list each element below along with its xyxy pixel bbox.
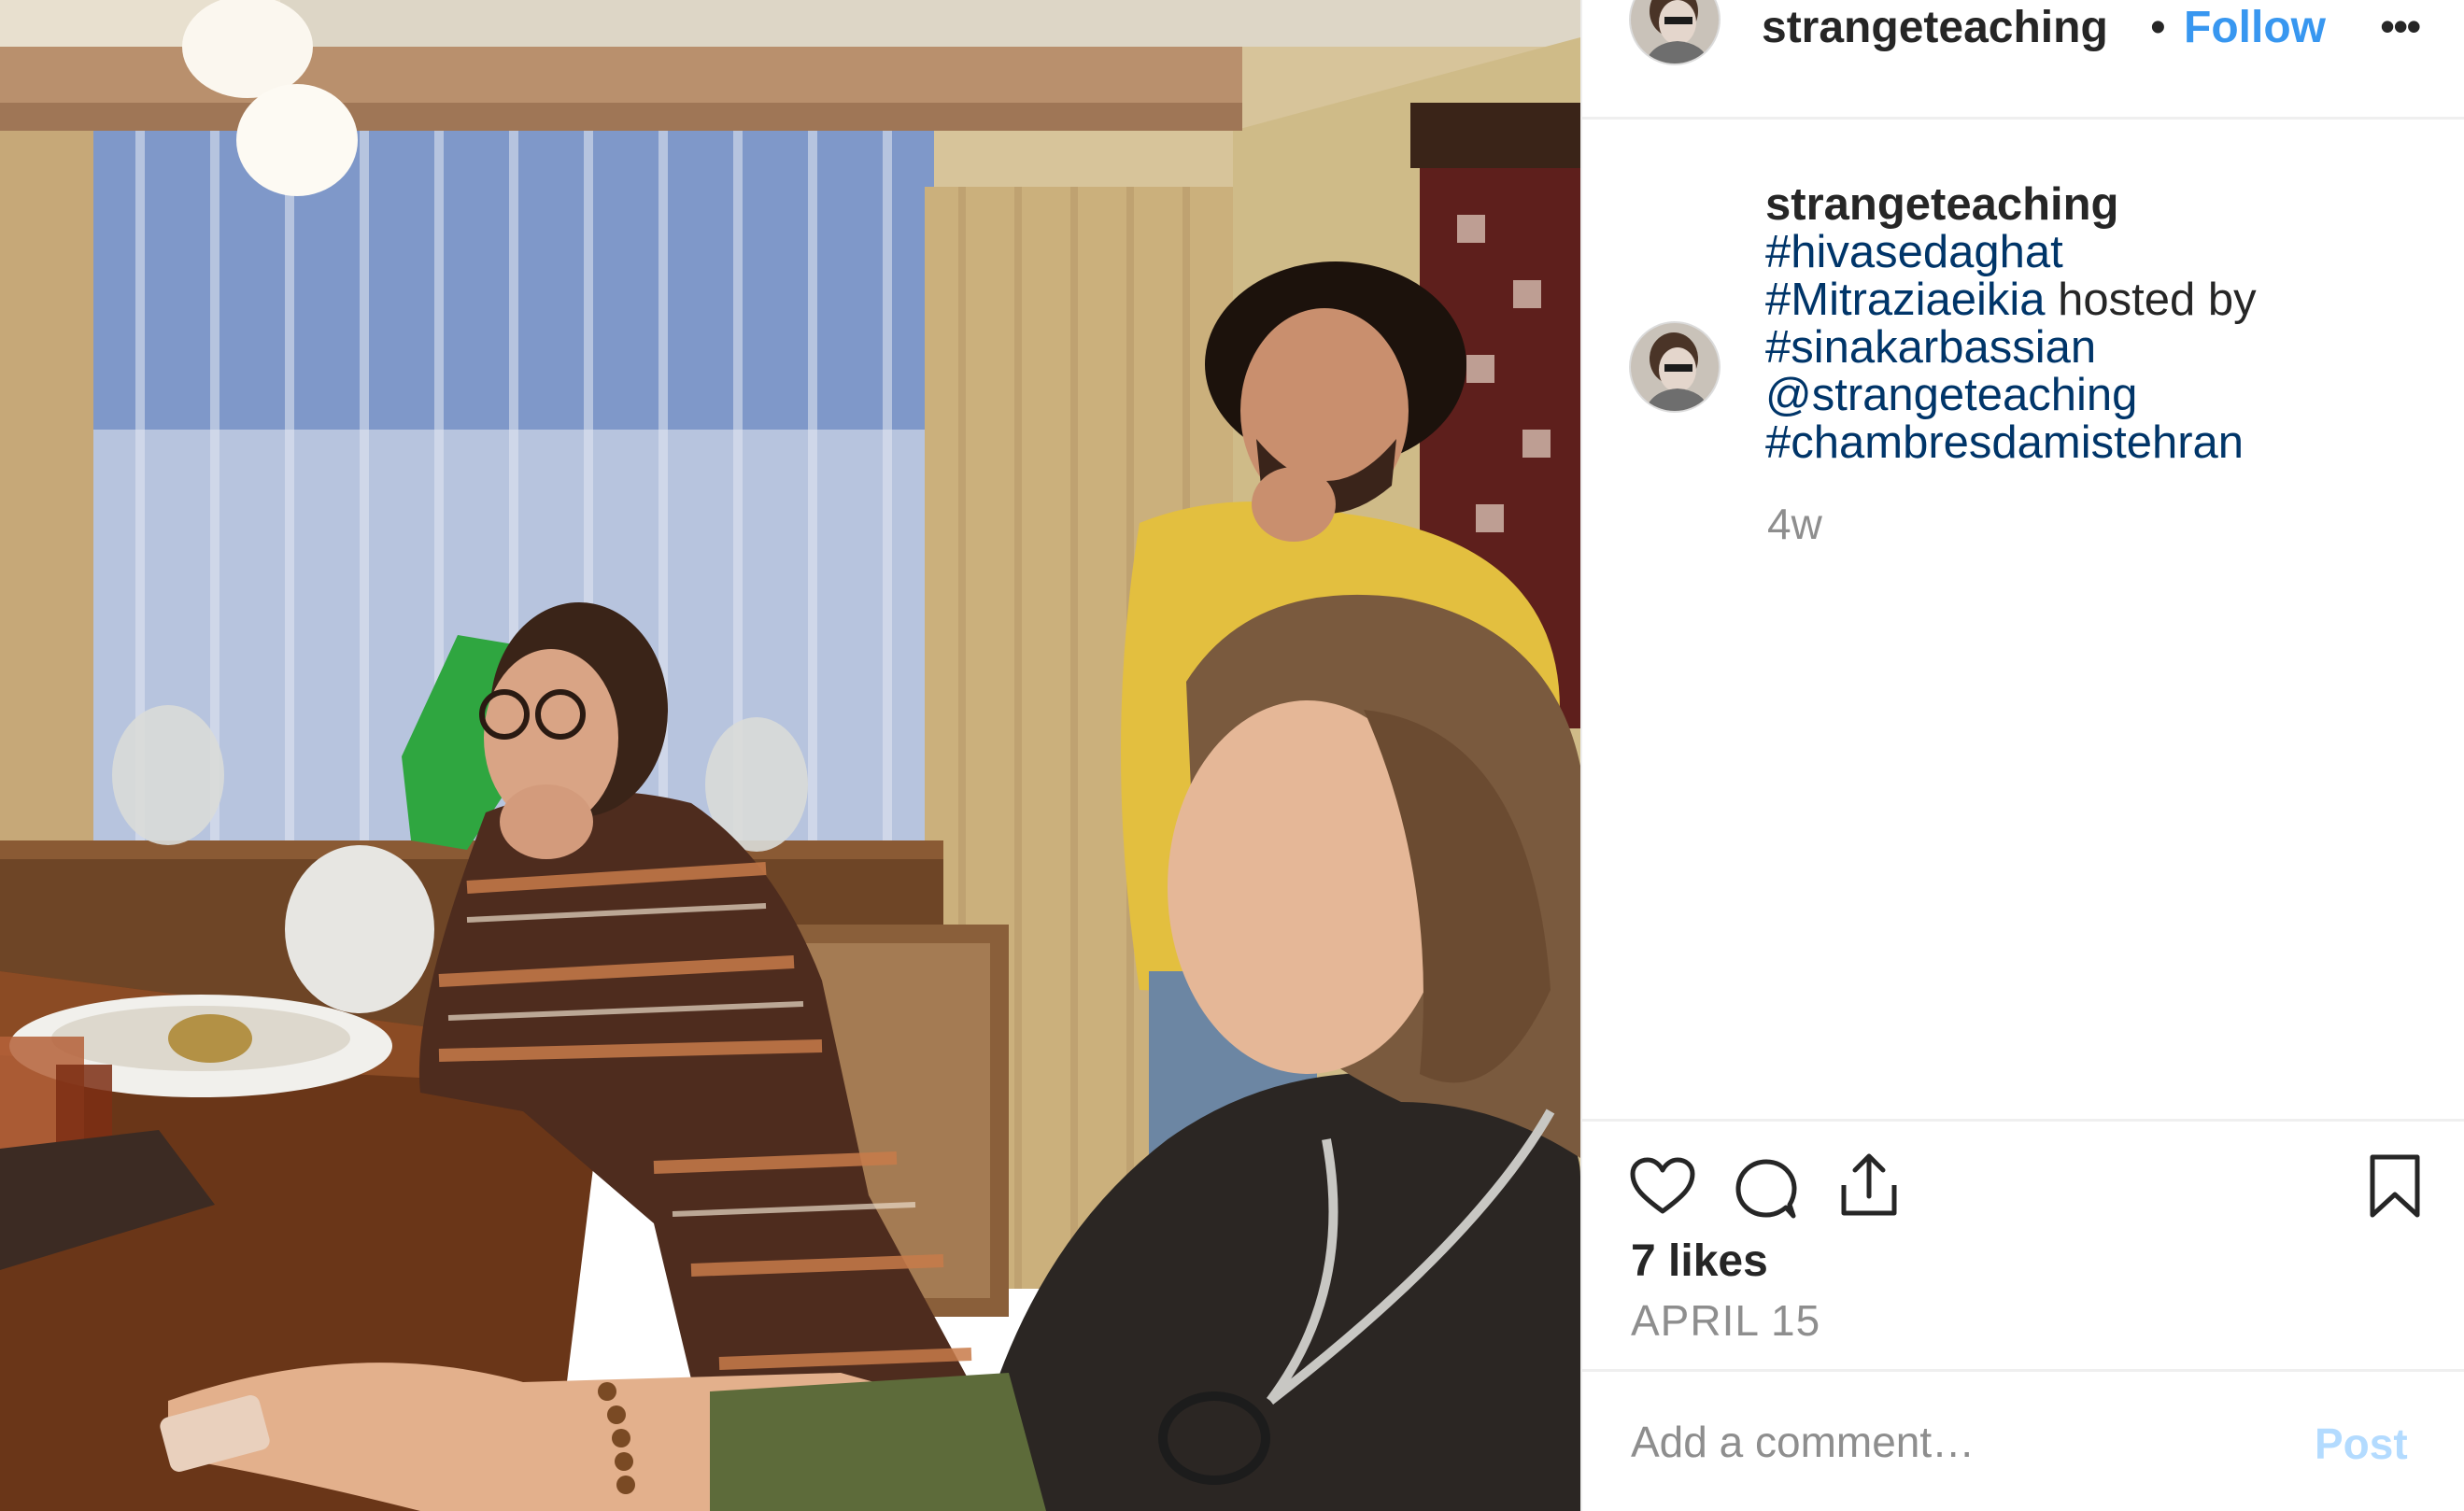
- header-separator: •: [2150, 3, 2166, 52]
- avatar-image: [1631, 0, 1719, 64]
- post-date: APRIL 15: [1631, 1296, 1821, 1345]
- photo-image: [0, 0, 1580, 1511]
- hashtag-link[interactable]: #chambresdamistehran: [1765, 419, 2438, 467]
- hashtag-link[interactable]: #hivasedaghat: [1765, 229, 2438, 276]
- post-side-panel: strangeteaching • Follow ••• strangeteac…: [1580, 0, 2464, 1511]
- heart-icon[interactable]: [1629, 1157, 1696, 1222]
- likes-count[interactable]: 7 likes: [1631, 1236, 1768, 1287]
- ellipsis-icon[interactable]: •••: [2380, 0, 2421, 52]
- hashtag-link[interactable]: #Mitraziaeikia: [1765, 275, 2046, 325]
- user-avatar[interactable]: [1629, 0, 1721, 65]
- post-caption: strangeteaching #hivasedaghat #Mitraziae…: [1765, 181, 2438, 467]
- follow-button[interactable]: Follow: [2184, 2, 2326, 54]
- comment-input[interactable]: [1631, 1409, 2266, 1475]
- caption-username[interactable]: strangeteaching: [1765, 181, 2438, 229]
- comment-bar: Post: [1582, 1369, 2464, 1511]
- caption-text: hosted by: [2045, 275, 2257, 325]
- post-comment-button[interactable]: Post: [2315, 1419, 2408, 1469]
- caption-avatar[interactable]: [1629, 321, 1721, 413]
- caption-avatar-image: [1631, 323, 1719, 411]
- post-photo[interactable]: [0, 0, 1580, 1511]
- caption-timestamp[interactable]: 4w: [1767, 499, 1822, 549]
- post-header: strangeteaching • Follow •••: [1582, 0, 2464, 120]
- bookmark-icon[interactable]: [2367, 1153, 2423, 1223]
- hashtag-link[interactable]: #sinakarbassian: [1765, 324, 2438, 372]
- share-icon[interactable]: [1836, 1151, 1902, 1223]
- post-actions: 7 likes APRIL 15: [1582, 1119, 2464, 1371]
- mention-link[interactable]: @strangeteaching: [1765, 372, 2438, 419]
- post-username[interactable]: strangeteaching: [1762, 2, 2139, 54]
- comment-icon[interactable]: [1734, 1157, 1799, 1225]
